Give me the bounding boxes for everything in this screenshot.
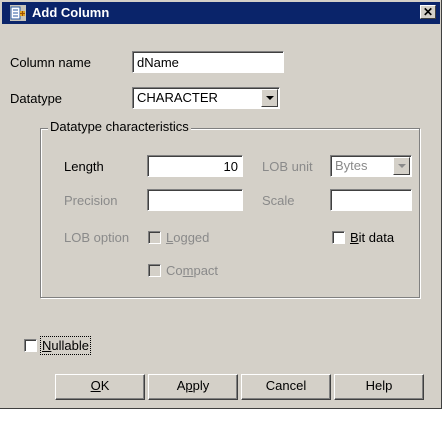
help-button[interactable]: Help	[334, 374, 424, 400]
bit-data-label: Bit data	[350, 230, 395, 245]
datatype-value: CHARACTER	[137, 90, 218, 105]
length-label: Length	[64, 159, 104, 174]
compact-checkbox[interactable]	[148, 264, 161, 277]
close-button[interactable]: ✕	[420, 5, 436, 19]
datatype-label: Datatype	[10, 91, 63, 106]
chevron-down-icon[interactable]	[393, 157, 410, 175]
column-name-label: Column name	[10, 55, 91, 70]
close-icon: ✕	[422, 5, 434, 19]
bit-data-checkbox[interactable]	[332, 231, 345, 244]
app-icon	[10, 5, 26, 21]
logged-checkbox[interactable]	[148, 231, 161, 244]
length-input[interactable]	[147, 155, 243, 177]
lob-unit-select[interactable]: Bytes	[330, 155, 412, 177]
compact-label: Compact	[166, 263, 219, 278]
scale-label: Scale	[262, 193, 295, 208]
datatype-select[interactable]: CHARACTER	[132, 87, 280, 109]
lob-unit-value: Bytes	[335, 158, 368, 173]
precision-input[interactable]	[147, 189, 243, 211]
cancel-button[interactable]: Cancel	[241, 374, 331, 400]
column-name-input[interactable]	[132, 51, 284, 73]
add-column-dialog: Add Column ✕ Column name Datatype CHARAC…	[0, 0, 442, 409]
logged-label: Logged	[166, 230, 210, 245]
lob-unit-label: LOB unit	[262, 159, 313, 174]
chevron-down-icon[interactable]	[261, 89, 278, 107]
title-bar[interactable]: Add Column ✕	[2, 2, 440, 24]
nullable-checkbox[interactable]	[24, 339, 37, 352]
apply-button[interactable]: Apply	[148, 374, 238, 400]
scale-input[interactable]	[330, 189, 412, 211]
lob-option-label: LOB option	[64, 230, 130, 245]
nullable-label: Nullable	[40, 336, 91, 355]
ok-button[interactable]: OK	[55, 374, 145, 400]
group-title: Datatype characteristics	[48, 119, 191, 134]
window-title: Add Column	[32, 5, 110, 20]
precision-label: Precision	[64, 193, 118, 208]
datatype-characteristics-group	[40, 128, 420, 298]
